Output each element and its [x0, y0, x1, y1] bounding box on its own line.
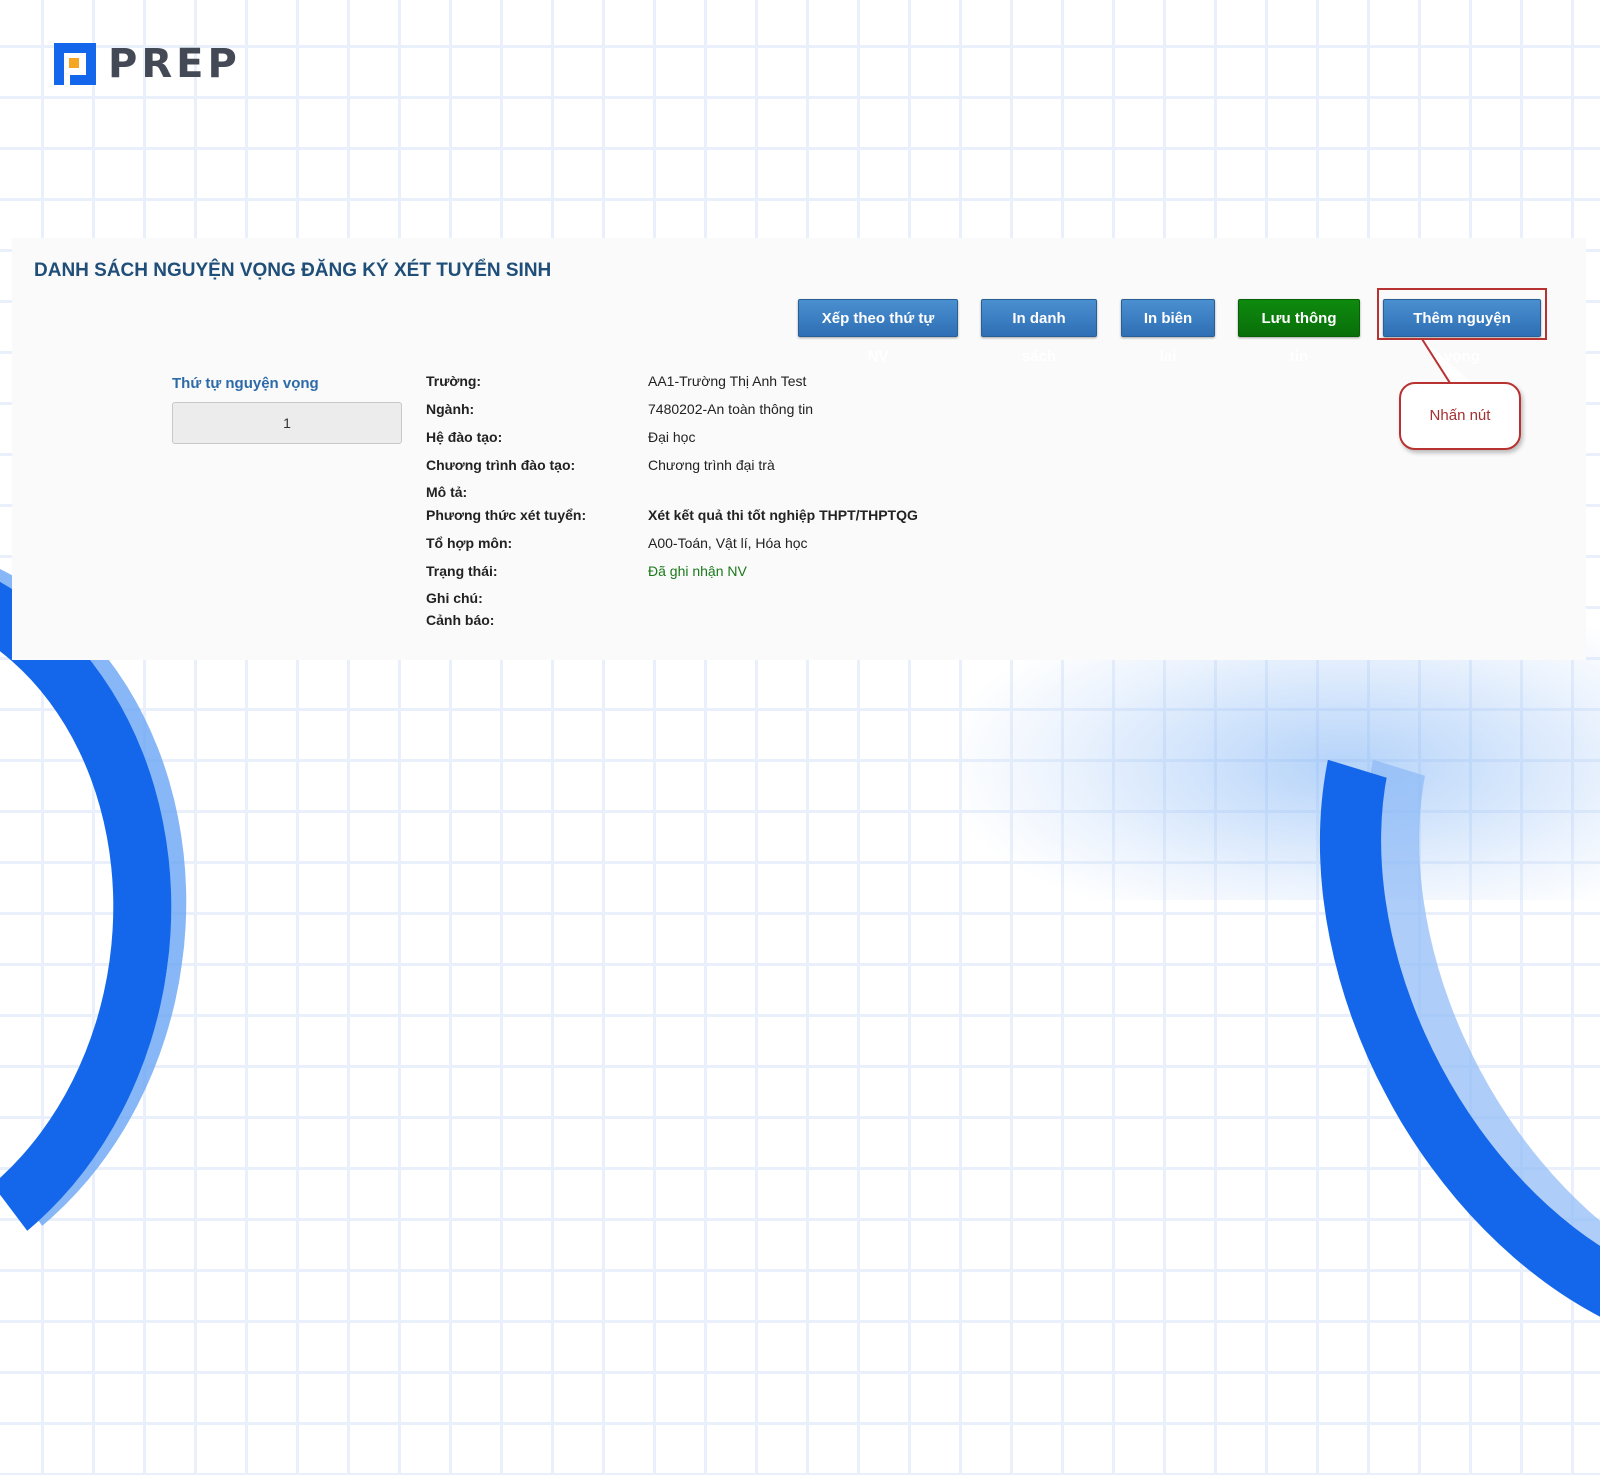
save-info-button[interactable]: Lưu thông tin: [1238, 299, 1360, 365]
detail-value: A00-Toán, Vật lí, Hóa học: [648, 535, 808, 551]
detail-key: Cảnh báo:: [426, 612, 495, 628]
detail-value: Chương trình đại trà: [648, 457, 775, 473]
detail-key: Ghi chú:: [426, 590, 483, 606]
detail-value: 7480202-An toàn thông tin: [648, 401, 814, 417]
detail-key: Trường:: [426, 373, 482, 389]
preference-order-field[interactable]: 1: [172, 402, 402, 444]
callout-pointer: [1421, 338, 1472, 384]
prep-logo-icon: [50, 39, 100, 89]
preference-order-label: Thứ tự nguyện vọng: [172, 375, 319, 392]
detail-key: Tổ hợp môn:: [426, 535, 513, 551]
prep-logo-text: PREP: [108, 41, 241, 87]
print-receipt-button[interactable]: In biên lai: [1121, 299, 1215, 365]
detail-key: Chương trình đào tạo:: [426, 457, 576, 473]
prep-logo: PREP: [50, 39, 241, 89]
detail-value: Đại học: [648, 429, 696, 445]
detail-key: Phương thức xét tuyển:: [426, 507, 587, 523]
detail-key: Mô tả:: [426, 484, 468, 500]
detail-value: Xét kết quả thi tốt nghiệp THPT/THPTQG: [648, 507, 918, 523]
registration-panel: DANH SÁCH NGUYỆN VỌNG ĐĂNG KÝ XÉT TUYỂN …: [12, 238, 1586, 660]
detail-key: Trạng thái:: [426, 563, 498, 579]
detail-key: Ngành:: [426, 401, 475, 417]
status-value: Đã ghi nhận NV: [648, 563, 747, 579]
detail-value: AA1-Trường Thị Anh Test: [648, 373, 807, 389]
sort-by-order-button[interactable]: Xếp theo thứ tự NV: [798, 299, 958, 365]
page-title: DANH SÁCH NGUYỆN VỌNG ĐĂNG KÝ XÉT TUYỂN …: [34, 260, 552, 281]
print-list-button[interactable]: In danh sách: [981, 299, 1097, 365]
click-callout: Nhấn nút: [1399, 382, 1521, 450]
add-button-highlight: [1377, 288, 1547, 340]
detail-key: Hệ đào tạo:: [426, 429, 503, 445]
